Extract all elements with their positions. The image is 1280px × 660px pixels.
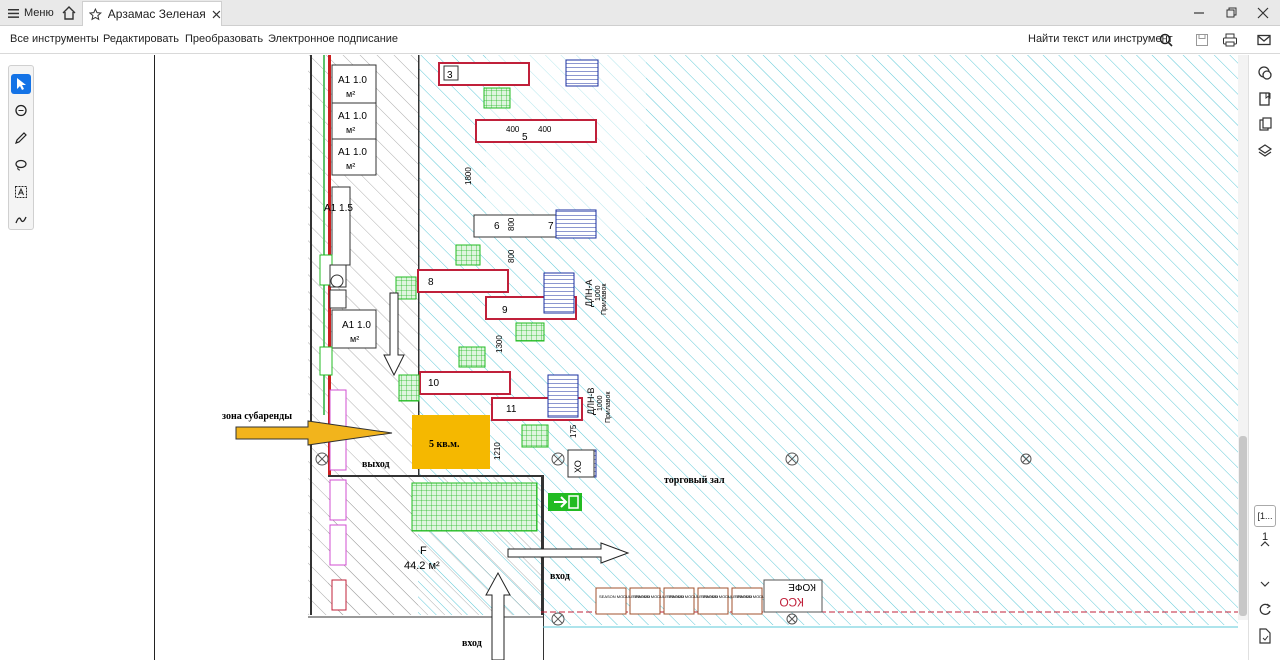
dim-1300: 1300 — [495, 335, 504, 353]
dln-b-note: Прилавок — [605, 391, 612, 423]
page-number: 1 — [1261, 531, 1269, 543]
checkout-10-label: 10 — [428, 378, 440, 389]
hamburger-icon — [8, 8, 19, 18]
toolbar-edit[interactable]: Редактировать — [103, 33, 179, 45]
entrance-label-2: вход — [462, 638, 482, 649]
lasso-icon — [15, 159, 27, 171]
pen-icon — [15, 132, 27, 144]
checkout-5-label: 5 — [522, 132, 528, 143]
a1-unit-lower: м² — [350, 334, 359, 344]
toolbar-all-tools[interactable]: Все инструменты — [10, 33, 99, 45]
menu-button[interactable]: Меню — [8, 4, 54, 22]
zone-f-area-label: 44.2 м² — [404, 560, 440, 572]
coffee-label: КОФЕ — [788, 581, 816, 592]
close-tab-icon[interactable] — [212, 10, 221, 19]
text-tool[interactable] — [11, 182, 31, 202]
dln-b-dim: 1000 — [597, 395, 604, 411]
kso-label: КСО — [779, 595, 804, 609]
bookmark-icon[interactable] — [1256, 90, 1274, 108]
a1-label-1: А1 1.0 — [338, 75, 367, 86]
checkout-11-label: 11 — [506, 404, 517, 415]
print-icon[interactable] — [1221, 31, 1239, 49]
dim-400-b: 400 — [538, 125, 552, 134]
zone-f-label: F — [420, 545, 427, 557]
left-tool-pane — [0, 55, 155, 660]
dln-a-note: Прилавок — [601, 283, 608, 315]
comment-icon — [15, 104, 27, 117]
a1-unit-3: м² — [346, 161, 355, 171]
a1-label-2: А1 1.0 — [338, 111, 367, 122]
a1-label-lower: А1 1.0 — [342, 320, 371, 331]
page-thumbnail-box[interactable]: [1... — [1254, 505, 1276, 527]
layers-icon[interactable] — [1256, 142, 1274, 160]
dim-800-a: 800 — [507, 217, 516, 231]
main-toolbar: Все инструменты Редактировать Преобразов… — [0, 26, 1280, 54]
comment-tool[interactable] — [11, 101, 31, 121]
zone-sublease-label: зона субаренды — [222, 411, 292, 422]
checkout-9-label: 9 — [502, 305, 508, 316]
checkout-3-label: 3 — [447, 70, 453, 81]
a1-label-3: А1 1.0 — [338, 147, 367, 158]
dim-1210: 1210 — [493, 442, 502, 460]
outer-wall — [310, 55, 312, 660]
toolbar-convert[interactable]: Преобразовать — [185, 33, 263, 45]
sublease-area-label: 5 кв.м. — [429, 439, 460, 450]
draw-tool[interactable] — [11, 128, 31, 148]
minimize-icon[interactable] — [1190, 4, 1208, 22]
cursor-icon — [17, 78, 26, 90]
a1-label-big: А1 1.5 — [324, 203, 353, 214]
find-text-or-tool[interactable]: Найти текст или инструмент — [1028, 33, 1173, 45]
dln-a-label: ДЛН-А — [584, 279, 594, 307]
document-tab[interactable]: Арзамас Зеленая З... — [82, 1, 222, 26]
star-icon[interactable] — [89, 7, 102, 21]
home-icon[interactable] — [60, 4, 78, 22]
entrance-label-1: вход — [550, 571, 570, 582]
season-promo-modules — [595, 587, 763, 615]
dim-800-b: 800 — [507, 249, 516, 263]
pages-icon[interactable] — [1256, 116, 1274, 134]
dim-1800: 1800 — [464, 167, 473, 185]
menu-label: Меню — [24, 7, 54, 19]
floor-plan-drawing: А1 1.0 м² А1 1.0 м² А1 1.0 м² А1 1.5 А1 … — [222, 55, 1238, 660]
checkout-6-label: 6 — [494, 221, 500, 232]
quick-tools-strip — [8, 65, 34, 230]
exit-label: выход — [362, 459, 390, 470]
document-tab-title: Арзамас Зеленая З... — [107, 7, 206, 21]
save-icon[interactable] — [1193, 31, 1211, 49]
chevron-down-icon[interactable] — [1256, 575, 1274, 593]
document-save-icon[interactable] — [1256, 627, 1274, 645]
checkout-7-label: 7 — [548, 221, 554, 232]
mail-icon[interactable] — [1255, 31, 1273, 49]
sales-hall-label: торговый зал — [664, 475, 725, 486]
a1-unit-2: м² — [346, 125, 355, 135]
search-icon[interactable] — [1157, 31, 1175, 49]
toolbar-e-sign[interactable]: Электронное подписание — [268, 33, 398, 45]
document-view[interactable]: А1 1.0 м² А1 1.0 м² А1 1.0 м² А1 1.5 А1 … — [156, 55, 1248, 660]
dim-175: 175 — [569, 424, 578, 438]
dim-400-a: 400 — [506, 125, 520, 134]
text-box-icon — [15, 186, 27, 198]
checkout-8-label: 8 — [428, 277, 434, 288]
select-tool[interactable] — [11, 74, 31, 94]
close-window-icon[interactable] — [1254, 4, 1272, 22]
tab-bar: Меню Арзамас Зеленая З... — [0, 0, 1280, 26]
scrollbar-thumb[interactable] — [1239, 436, 1247, 616]
right-rail — [1248, 55, 1280, 660]
signature-icon — [15, 216, 27, 224]
comments-panel-icon[interactable] — [1256, 64, 1274, 82]
sign-tool[interactable] — [11, 209, 31, 229]
restore-icon[interactable] — [1222, 4, 1240, 22]
xo-label: ХО — [573, 460, 583, 473]
a1-unit-1: м² — [346, 89, 355, 99]
dln-b-label: ДЛН-В — [586, 387, 596, 415]
refresh-icon[interactable] — [1256, 601, 1274, 619]
lasso-tool[interactable] — [11, 155, 31, 175]
